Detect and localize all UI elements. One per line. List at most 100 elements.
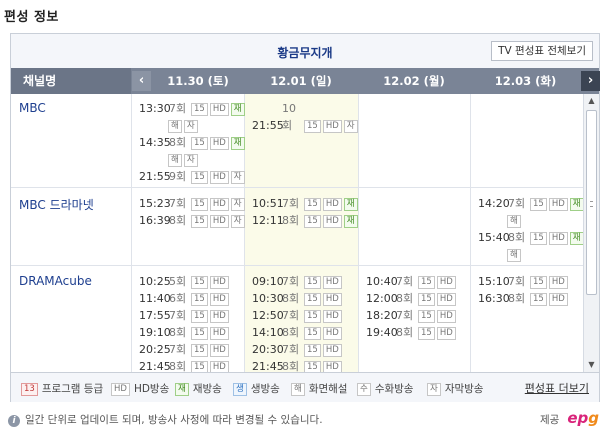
scroll-down-icon[interactable]: ▼ [584, 358, 599, 372]
legend-item: 해 화면해설 [291, 381, 347, 396]
episode-number: 7회 [396, 275, 414, 288]
program-time: 20:25 [139, 343, 171, 356]
badge: 15 [191, 276, 208, 289]
program-item[interactable]: 21:458회 15 HD [135, 358, 247, 372]
legend-item: HD HD방송 [111, 381, 169, 396]
program-item[interactable]: 11:406회 15 HD [135, 290, 247, 307]
episode-number: 8회 [508, 292, 526, 305]
episode-number: 8회 [282, 326, 300, 339]
episode-number: 8회 [282, 292, 300, 305]
badge: 자 [343, 120, 358, 133]
badge: HD [209, 276, 229, 289]
program-item[interactable]: 21:559회 15 HD 자 [135, 168, 247, 185]
episode-number: 8회 [169, 360, 187, 372]
tv-schedule-button[interactable]: TV 편성표 전체보기 [491, 41, 593, 61]
badge: 15 [191, 310, 208, 323]
program-item[interactable]: 15:107회 15 HD [474, 273, 583, 290]
section-title: 편성 정보 [4, 10, 59, 25]
channel-name-dramacube[interactable]: DRAMAcube [19, 274, 92, 288]
program-item[interactable]: 10:407회 15 HD [362, 273, 474, 290]
badge: HD [322, 198, 342, 211]
prev-date-button[interactable]: ‹ [132, 71, 151, 91]
episode-number: 5회 [169, 275, 187, 288]
program-item[interactable]: 09:107회 15 HD [248, 273, 360, 290]
badge: 15 [191, 137, 208, 150]
badge: 15 [304, 361, 321, 372]
badge: HD [322, 120, 342, 133]
program-item[interactable]: 10:517회 15 HD 재 [248, 195, 360, 212]
grip-icon [590, 201, 593, 207]
badge: 15 [191, 215, 208, 228]
badge: 15 [530, 276, 547, 289]
legend-item: 13 프로그램 등급 [21, 381, 103, 396]
scroll-thumb[interactable] [586, 110, 597, 295]
badge: 자 [230, 171, 245, 184]
legend-item: 자 자막방송 [427, 381, 483, 396]
program-item[interactable]: 21:458회 15 HD [248, 358, 360, 372]
episode-number: 8회 [508, 231, 526, 244]
program-item[interactable]: 20:307회 15 HD [248, 341, 360, 358]
badge: 해 [291, 383, 305, 396]
program-item[interactable]: 14:108회 15 HD [248, 324, 360, 341]
program-item[interactable]: 12:118회 15 HD 재 [248, 212, 360, 229]
schedule-cell: 21:5510회 15 HD 자 [248, 100, 360, 134]
program-time: 10:30 [252, 292, 284, 305]
program-item[interactable]: 13:307회 15 HD 재 [135, 100, 247, 117]
schedule-cell: 10:517회 15 HD 재 12:118회 15 HD 재 [248, 195, 360, 229]
badge: 15 [530, 232, 547, 245]
schedule-cell: 13:307회 15 HD 재 해 자 14:358회 15 HD 재 해 자 21:559회 15 HD 자 [135, 100, 247, 185]
program-item[interactable]: 17:557회 15 HD [135, 307, 247, 324]
program-item[interactable]: 19:408회 15 HD [362, 324, 474, 341]
program-item[interactable]: 19:108회 15 HD [135, 324, 247, 341]
program-time: 21:45 [139, 360, 171, 372]
episode-number: 7회 [282, 197, 300, 210]
program-item[interactable]: 21:5510회 15 HD 자 [248, 100, 360, 134]
badge: HD [548, 198, 568, 211]
footer-note: i 일간 단위로 업데이트 되며, 방송사 사정에 따라 변경될 수 있습니다. [8, 412, 323, 427]
episode-number: 8회 [169, 214, 187, 227]
episode-number: 9회 [169, 170, 187, 183]
program-time: 10:40 [366, 275, 398, 288]
channel-name-mbc-dramanet[interactable]: MBC 드라마넷 [19, 196, 94, 213]
legend-item: 생 생방송 [233, 381, 280, 396]
chevron-left-icon: ‹ [138, 73, 145, 88]
badge: HD [322, 276, 342, 289]
more-schedule-link[interactable]: 편성표 더보기 [525, 380, 589, 396]
program-item[interactable]: 12:008회 15 HD [362, 290, 474, 307]
badge: HD [209, 327, 229, 340]
badge: 15 [418, 276, 435, 289]
legend-label: 재방송 [192, 383, 222, 395]
episode-number: 7회 [282, 309, 300, 322]
next-date-button[interactable]: › [581, 71, 600, 91]
badge: HD [209, 310, 229, 323]
scroll-up-icon[interactable]: ▲ [584, 94, 599, 108]
badge: 자 [230, 215, 245, 228]
badge: HD [322, 293, 342, 306]
badge: 15 [191, 344, 208, 357]
program-item[interactable]: 20:257회 15 HD [135, 341, 247, 358]
badge: HD [322, 215, 342, 228]
program-item[interactable]: 14:207회 15 HD 재 [474, 195, 583, 212]
schedule-cell: 10:255회 15 HD 11:406회 15 HD 17:557회 15 HD 19:108회… [135, 273, 247, 372]
program-item[interactable]: 10:308회 15 HD [248, 290, 360, 307]
program-item[interactable]: 18:207회 15 HD [362, 307, 474, 324]
program-item[interactable]: 14:358회 15 HD 재 [135, 134, 247, 151]
badge: 생 [233, 383, 247, 396]
program-item[interactable]: 15:408회 15 HD 재 [474, 229, 583, 246]
channel-name-mbc[interactable]: MBC [19, 101, 46, 115]
program-item[interactable]: 16:308회 15 HD [474, 290, 583, 307]
badge: HD [322, 310, 342, 323]
vertical-scrollbar[interactable]: ▲ ▼ [583, 94, 599, 372]
program-item[interactable]: 10:255회 15 HD [135, 273, 247, 290]
badge: 재 [569, 198, 583, 211]
badge: 해 [507, 249, 521, 262]
program-item[interactable]: 16:398회 15 HD 자 [135, 212, 247, 229]
badge: 15 [418, 293, 435, 306]
episode-number: 10회 [282, 102, 296, 132]
program-item[interactable]: 15:237회 15 HD 자 [135, 195, 247, 212]
program-item-badges: 해자 [135, 151, 247, 168]
footer-note-text: 일간 단위로 업데이트 되며, 방송사 사정에 따라 변경될 수 있습니다. [25, 414, 323, 426]
badge: 15 [304, 293, 321, 306]
program-time: 21:45 [252, 360, 284, 372]
program-item[interactable]: 12:507회 15 HD [248, 307, 360, 324]
